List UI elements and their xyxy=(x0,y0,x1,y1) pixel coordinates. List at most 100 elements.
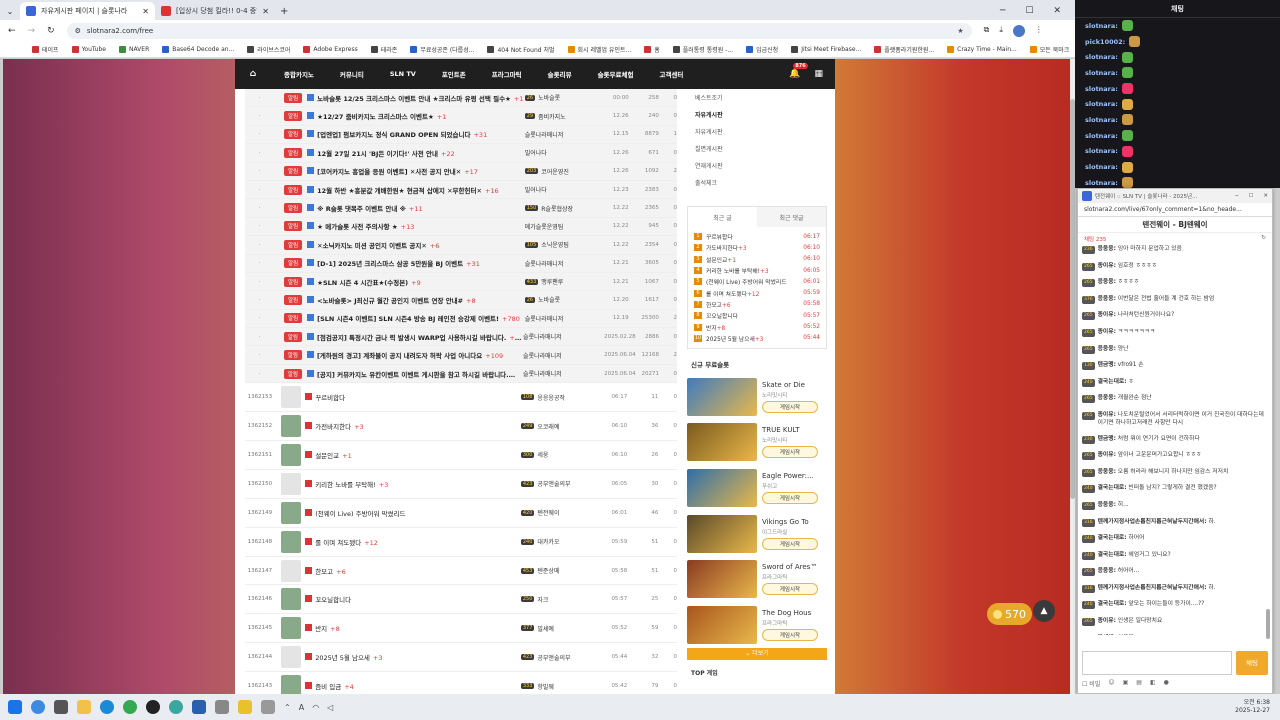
game-thumbnail[interactable] xyxy=(687,468,757,507)
side-menu-item[interactable]: 연재게시판 xyxy=(687,157,827,174)
chat-nickname[interactable]: 결국는대로: xyxy=(1098,535,1127,541)
chrome-icon[interactable] xyxy=(123,700,137,714)
author[interactable]: 377 밀셰예 xyxy=(520,624,605,633)
chat-username[interactable]: slotnara: xyxy=(1085,132,1118,140)
bookmark[interactable]: Crazy Time - Main... xyxy=(947,46,1017,53)
maximize-icon[interactable]: ☐ xyxy=(1025,6,1033,16)
game-thumbnail[interactable] xyxy=(687,377,757,416)
play-button[interactable]: 게임시작 xyxy=(762,400,818,413)
bookmark[interactable]: 무료성공존 (다룹성... xyxy=(410,45,474,54)
post-subject[interactable]: [D-1] 2025년 크리스마스 삼공 5만원을 BJ 이벤트 +31 xyxy=(307,258,525,268)
post-subject[interactable]: 12월 하반 ★흥분값 개배한원★ 현금적 삽에지 ✕무한헌터✕ +16 xyxy=(307,185,525,195)
author[interactable]: 453 텐준상메 xyxy=(520,566,605,575)
side-menu-item[interactable]: 베스트조기 xyxy=(687,89,827,106)
tab-list-icon[interactable]: ⌄ xyxy=(0,7,20,16)
bookmark[interactable]: Base64 Decode an... xyxy=(162,46,234,53)
chat-nickname[interactable]: 응웅웅: xyxy=(1098,296,1116,302)
table-row[interactable]: 1362149 (천웨이 Live) 주방어워 막썼리드 420 텐전웨이 06:01 4… xyxy=(245,499,677,528)
language-icon[interactable]: A xyxy=(299,703,304,712)
chat-nickname[interactable]: 응웅웅: xyxy=(1098,395,1116,401)
chat-nickname[interactable]: 응웅웅: xyxy=(1098,469,1116,475)
post-subject[interactable]: (천웨이 Live) 주방어워 막썼리드 xyxy=(305,508,521,518)
post-subject[interactable]: ✕소닉카지노 미션 공인지 이벤트 공지✕ +6 xyxy=(307,240,525,250)
post-subject[interactable]: [SLN 시즌4 이벤트] SLN 시즌4 방송 BJ 레인전 승강제 이벤트!… xyxy=(307,313,525,323)
bookmark[interactable]: 홈 xyxy=(644,45,660,54)
reload-icon[interactable]: ↻ xyxy=(47,26,55,36)
post-thumbnail[interactable] xyxy=(280,646,302,669)
notice-row[interactable]: · 알림 ✕소닉카지노 미션 공인지 이벤트 공지✕ +6 105 소닉운영팀 12.22 2… xyxy=(245,236,677,255)
list-item[interactable]: 1 꾸르뷰합다 06:17 xyxy=(688,231,826,242)
chat-nickname[interactable]: 텐께가지정사업손롭친지롭근혀날두지간애서: xyxy=(1098,585,1207,591)
table-row[interactable]: 1362151 설문인교 +1 300 세웅 06:10 26 0 xyxy=(245,441,677,470)
list-item[interactable]: 3 설문인교+1 06:10 xyxy=(688,254,826,265)
bookmark[interactable]: Jitsi Meet Firebase... xyxy=(791,46,861,53)
table-row[interactable]: 1362144 2025년 5월 남으세 +3 423 공부앤술의부 05:44 32 0 xyxy=(245,643,677,673)
list-item[interactable]: 8 꼬오닐합니다 05:57 xyxy=(688,310,826,321)
chat-nickname[interactable]: 결국는대로: xyxy=(1098,379,1127,385)
nav-support[interactable]: 고객센터 xyxy=(646,69,696,79)
author[interactable]: 슬롯나라매니저 xyxy=(523,332,604,341)
bookmark[interactable]: 테이프 xyxy=(32,45,59,54)
post-subject[interactable]: 2025년 5월 남으세 +3 xyxy=(305,652,521,662)
author[interactable]: 203 코어운영진 xyxy=(524,167,607,176)
author[interactable]: 메가슬롯운영팀 xyxy=(525,222,607,231)
chat-username[interactable]: slotnara: xyxy=(1085,69,1118,77)
side-menu-item[interactable]: 자유게시판 xyxy=(687,106,827,123)
bookmark[interactable]: 404 Not Found 처벌 xyxy=(487,45,555,54)
nav-community[interactable]: 커뮤니티 xyxy=(327,69,377,79)
user-icon[interactable]: ● xyxy=(1164,679,1169,688)
author[interactable]: 240 대카카오 xyxy=(520,537,605,546)
notice-row[interactable]: · 알림 ★12/27 줌비카지노 크리스마스 이벤트★ +1 29 줌비카지노 12.26… xyxy=(245,107,677,126)
post-subject[interactable]: [점검공지] 특정시간 금나 력 발생시 WARP업 사용하시길 바랍니다. +3… xyxy=(306,332,523,342)
bookmark[interactable]: YouTube xyxy=(71,46,106,53)
post-subject[interactable]: [업엔업] 펌보카지노 정식 GRAND OPEN 되었습니다 +31 xyxy=(307,129,525,139)
author[interactable]: 433 맹루팬루 xyxy=(524,277,607,286)
post-subject[interactable]: 즘비 입금 +4 xyxy=(305,681,521,691)
chat-nickname[interactable]: 종이유: xyxy=(1098,312,1116,318)
play-button[interactable]: 게임시작 xyxy=(762,628,818,641)
chat-nickname[interactable]: 종이유: xyxy=(1098,412,1116,418)
list-item[interactable]: 2 가도바지한다+3 06:10 xyxy=(688,242,826,253)
bookmark[interactable]: Adobe Express xyxy=(303,46,358,53)
app-icon[interactable] xyxy=(169,700,183,714)
more-button[interactable]: ⌄ 더보기 xyxy=(687,647,827,660)
post-subject[interactable]: [코어카지노 흥업을 응원 이벤트] ✕사전 공지 안내✕ +17 xyxy=(307,166,525,176)
chat-nickname[interactable]: 텐께가지정사업손롭친지롭근혀날두지간애서: xyxy=(1098,519,1207,525)
chat-nickname[interactable]: 응웅웅: xyxy=(1098,346,1116,352)
post-subject[interactable]: [게하원의 경고] 계좌불이 공지 내려도자 허락 사업 아니다요 +109 xyxy=(306,350,523,360)
url-field[interactable]: ⚙ slotnara2.com/free ★ xyxy=(66,23,972,39)
chat-nickname[interactable]: 텐금맹: xyxy=(1098,362,1116,368)
scroll-top-button[interactable]: ▲ xyxy=(1033,600,1055,622)
task-view-icon[interactable] xyxy=(54,700,68,714)
notice-row[interactable]: · 알림 [D-1] 2025년 크리스마스 삼공 5만원을 BJ 이벤트 +31 슬롯… xyxy=(245,254,677,273)
post-subject[interactable]: ※ R슬롯 댓목주 이벤트 안내 ※ +11 xyxy=(307,203,525,213)
nav-casino[interactable]: 종합카지노 xyxy=(271,69,327,79)
author[interactable]: 423 공부앤술의부 xyxy=(520,653,605,662)
game-thumbnail[interactable] xyxy=(687,514,757,553)
notice-row[interactable]: · 알림 [SLN 시즌4 이벤트] SLN 시즌4 방송 BJ 레인전 승강제 이… xyxy=(245,309,677,329)
search-icon[interactable] xyxy=(31,700,45,714)
author[interactable]: 29 줌비카지노 xyxy=(524,112,607,121)
author[interactable]: 슬롯나라매니저 xyxy=(525,130,607,139)
table-row[interactable]: 1362150 키리한 노바를 부탁해! +3 423 공부앤술의부 06:05 30 0 xyxy=(245,470,677,499)
notice-row[interactable]: · 알림 12월 27일 21시 'BJ든 이기다!' 사전 안내 +22 밀어나다 12… xyxy=(245,144,677,163)
chat-nickname[interactable]: 응웅웅: xyxy=(1098,568,1116,574)
author[interactable]: 300 세웅 xyxy=(520,450,605,459)
nav-point-zone[interactable]: 포인트존 xyxy=(429,69,479,79)
extension-icon[interactable]: ⧉ xyxy=(984,25,990,37)
author[interactable]: 26 노바슬롯 xyxy=(524,93,607,102)
bookmark-star-icon[interactable]: ★ xyxy=(957,27,963,35)
refresh-icon[interactable]: ↻ xyxy=(1261,235,1266,243)
post-thumbnail[interactable] xyxy=(280,617,302,640)
close-window-icon[interactable]: ✕ xyxy=(1263,193,1268,199)
post-subject[interactable]: 노바슬롯 12/25 크리스마스 이벤트 안내 ★크리스마 유령 선택 필수★ +… xyxy=(307,93,525,103)
edge-icon[interactable] xyxy=(100,700,114,714)
notice-row[interactable]: · 알림 [점검공지] 특정시간 금나 력 발생시 WARP업 사용하시길 바랍니다… xyxy=(245,328,677,347)
post-subject[interactable]: ★12/27 줌비카지노 크리스마스 이벤트★ +1 xyxy=(307,111,525,121)
post-subject[interactable]: 꼬오닐합니다 xyxy=(305,594,521,604)
post-subject[interactable]: ★SLN 시즌 4 시간표★(수정본) +9 xyxy=(307,277,525,287)
tab-active[interactable]: 자유게시판 페이지 | 슬롯나라 ✕ xyxy=(20,2,155,20)
minimize-icon[interactable]: ─ xyxy=(1235,193,1238,199)
chat-nickname[interactable]: 결국는대로: xyxy=(1098,552,1127,558)
notice-row[interactable]: · 알림 ※ R슬롯 댓목주 이벤트 안내 ※ +11 150 R슬롯협상장 12.22 23… xyxy=(245,199,677,218)
